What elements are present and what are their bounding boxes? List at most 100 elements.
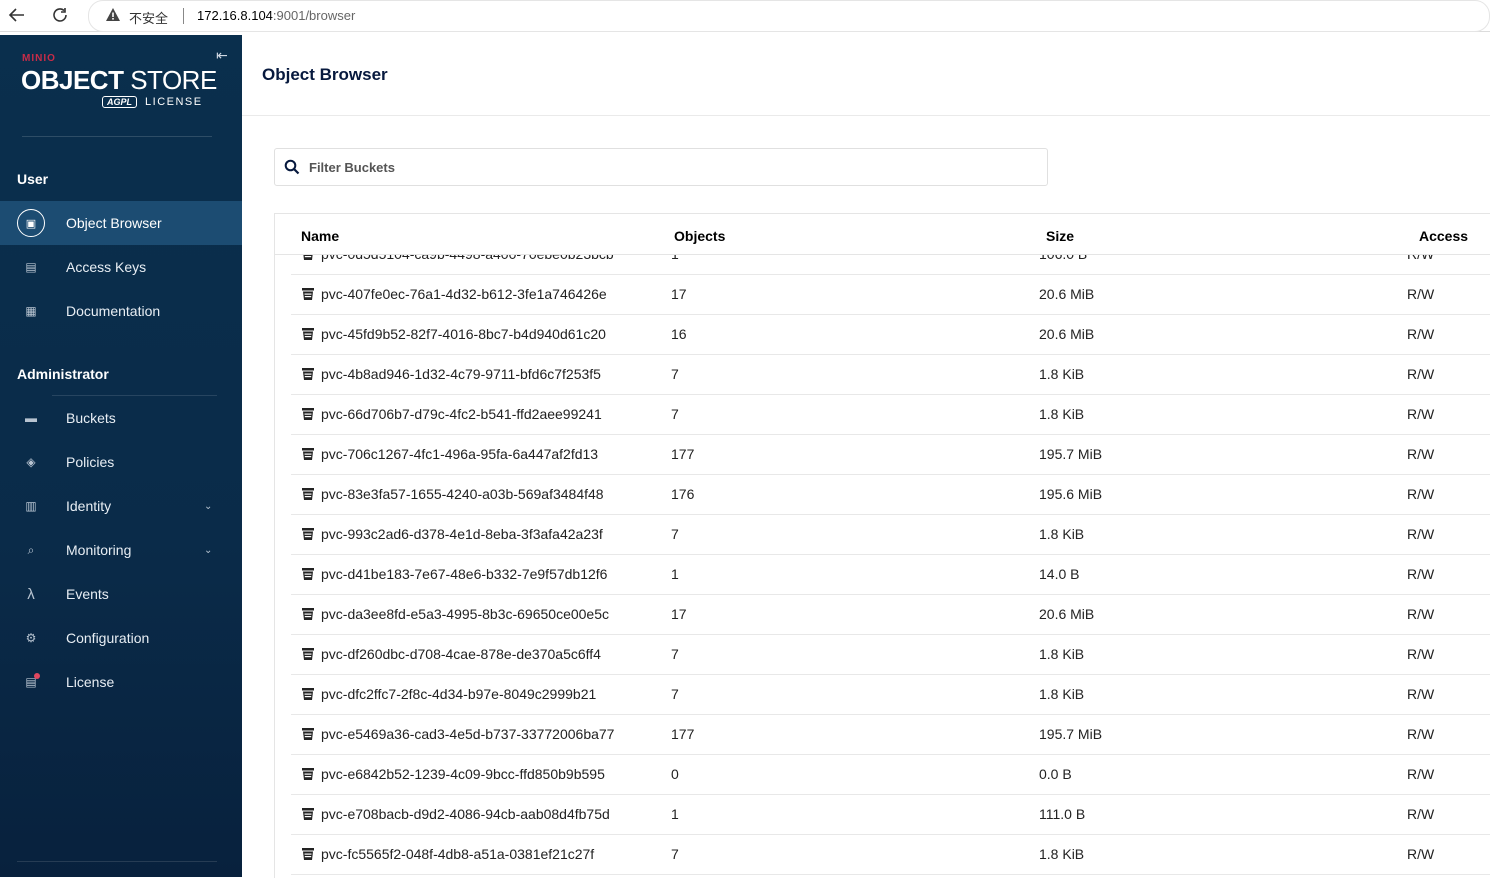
bucket-access: R/W <box>1407 726 1435 742</box>
bucket-size: 0.0 B <box>1039 766 1072 782</box>
bucket-size: 195.7 MiB <box>1039 446 1103 462</box>
sidebar-item-events[interactable]: λ Events <box>0 572 242 616</box>
bucket-objects: 176 <box>671 486 695 502</box>
column-header-size[interactable]: Size <box>1046 228 1074 244</box>
bucket-name: pvc-993c2ad6-d378-4e1d-8eba-3f3afa42a23f <box>321 526 603 542</box>
bucket-objects: 177 <box>671 446 695 462</box>
bucket-name: pvc-66d706b7-d79c-4fc2-b541-ffd2aee99241 <box>321 406 602 422</box>
chevron-down-icon[interactable]: ⌄ <box>204 501 212 512</box>
bucket-icon <box>301 687 315 701</box>
bucket-icon <box>301 527 315 541</box>
column-header-access[interactable]: Access <box>1419 228 1468 244</box>
table-row[interactable]: pvc-66d706b7-d79c-4fc2-b541-ffd2aee99241… <box>291 394 1490 435</box>
bucket-name: pvc-83e3fa57-1655-4240-a03b-569af3484f48 <box>321 486 604 502</box>
table-row[interactable]: pvc-fc5565f2-048f-4db8-a51a-0381ef21c27f… <box>291 834 1490 875</box>
bucket-objects: 7 <box>671 686 679 702</box>
browser-toolbar: 不安全 172.16.8.104:9001/browser <box>0 0 1490 32</box>
bucket-name: pvc-4b8ad946-1d32-4c79-9711-bfd6c7f253f5 <box>321 366 601 382</box>
sidebar-item-license[interactable]: ▤ License <box>0 660 242 704</box>
address-bar[interactable]: 不安全 172.16.8.104:9001/browser <box>88 0 1490 32</box>
bucket-size: 1.8 KiB <box>1039 406 1085 422</box>
sidebar: MINIO OBJECT STORE AGPL LICENSE ⇤ User ▣ … <box>0 35 242 877</box>
insecure-label: 不安全 <box>129 11 169 26</box>
bucket-size: 1.8 KiB <box>1039 366 1085 382</box>
bucket-access: R/W <box>1407 366 1435 382</box>
filter-buckets-input[interactable] <box>309 157 1029 177</box>
bucket-size: 14.0 B <box>1039 566 1080 582</box>
sidebar-item-monitoring[interactable]: ⌕ Monitoring ⌄ <box>0 528 242 572</box>
bucket-icon <box>301 287 315 301</box>
collapse-sidebar-icon[interactable]: ⇤ <box>216 47 228 64</box>
table-row[interactable]: pvc-993c2ad6-d378-4e1d-8eba-3f3afa42a23f… <box>291 514 1490 555</box>
table-row[interactable]: pvc-4b8ad946-1d32-4c79-9711-bfd6c7f253f5… <box>291 354 1490 395</box>
bucket-objects: 177 <box>671 726 695 742</box>
sidebar-item-object-browser[interactable]: ▣ Object Browser <box>0 201 242 245</box>
bucket-name: pvc-d41be183-7e67-48e6-b332-7e9f57db12f6 <box>321 566 608 582</box>
table-row[interactable]: pvc-45fd9b52-82f7-4016-8bc7-b4d940d61c20… <box>291 314 1490 355</box>
sidebar-item-label: Events <box>66 586 109 602</box>
bucket-icon <box>301 567 315 581</box>
bucket-size: 195.7 MiB <box>1039 726 1103 742</box>
shield-icon: ◈ <box>26 455 36 469</box>
bucket-icon <box>301 327 315 341</box>
chevron-down-icon[interactable]: ⌄ <box>204 545 212 556</box>
bucket-icon <box>301 647 315 661</box>
bucket-access: R/W <box>1407 446 1435 462</box>
table-row[interactable]: pvc-83e3fa57-1655-4240-a03b-569af3484f48… <box>291 474 1490 515</box>
url-text: 172.16.8.104:9001/browser <box>197 8 355 23</box>
bucket-name: pvc-df260dbc-d708-4cae-878e-de370a5c6ff4 <box>321 646 601 662</box>
table-row[interactable]: pvc-407fe0ec-76a1-4d32-b612-3fe1a746426e… <box>291 274 1490 315</box>
table-row[interactable]: pvc-df260dbc-d708-4cae-878e-de370a5c6ff4… <box>291 634 1490 675</box>
bucket-icon <box>301 767 315 781</box>
table-row[interactable]: pvc-d41be183-7e67-48e6-b332-7e9f57db12f6… <box>291 554 1490 595</box>
bucket-size: 1.8 KiB <box>1039 686 1085 702</box>
warning-icon <box>106 8 120 21</box>
bucket-icon <box>301 447 315 461</box>
bucket-access: R/W <box>1407 806 1435 822</box>
bucket-objects: 17 <box>671 606 687 622</box>
sidebar-item-buckets[interactable]: ▬ Buckets <box>0 396 242 440</box>
bucket-access: R/W <box>1407 526 1435 542</box>
bucket-name: pvc-da3ee8fd-e5a3-4995-8b3c-69650ce00e5c <box>321 606 609 622</box>
sidebar-item-label: License <box>66 674 115 690</box>
page-title: Object Browser <box>262 65 388 84</box>
sidebar-item-access-keys[interactable]: ▤ Access Keys <box>0 245 242 289</box>
table-row[interactable]: pvc-e6842b52-1239-4c09-9bcc-ffd850b9b595… <box>291 754 1490 795</box>
bucket-name: pvc-407fe0ec-76a1-4d32-b612-3fe1a746426e <box>321 286 607 302</box>
url-host: 172.16.8.104 <box>197 8 273 23</box>
back-arrow-icon[interactable] <box>6 4 28 26</box>
logo-license: LICENSE <box>145 96 203 108</box>
table-row[interactable]: pvc-e708bacb-d9d2-4086-94cb-aab08d4fb75d… <box>291 794 1490 835</box>
sidebar-item-documentation[interactable]: ▦ Documentation <box>0 289 242 333</box>
bucket-name: pvc-706c1267-4fc1-496a-95fa-6a447af2fd13 <box>321 446 599 462</box>
bucket-icon <box>301 607 315 621</box>
bucket-access: R/W <box>1407 566 1435 582</box>
sidebar-item-label: Buckets <box>66 410 116 426</box>
column-header-objects[interactable]: Objects <box>674 228 725 244</box>
sidebar-item-configuration[interactable]: ⚙ Configuration <box>0 616 242 660</box>
table-row[interactable]: pvc-e5469a36-cad3-4e5d-b737-33772006ba77… <box>291 714 1490 755</box>
bucket-size: 20.6 MiB <box>1039 286 1095 302</box>
section-administrator: Administrator <box>17 366 109 382</box>
table-row[interactable]: pvc-dfc2ffc7-2f8c-4d34-b97e-8049c2999b21… <box>291 674 1490 715</box>
bucket-access: R/W <box>1407 686 1435 702</box>
object-store-logo: OBJECT STORE <box>21 65 217 96</box>
sidebar-bottom-divider <box>17 861 217 862</box>
sidebar-item-identity[interactable]: ▥ Identity ⌄ <box>0 484 242 528</box>
sidebar-item-policies[interactable]: ◈ Policies <box>0 440 242 484</box>
bucket-name: pvc-e6842b52-1239-4c09-9bcc-ffd850b9b595 <box>321 766 605 782</box>
table-row[interactable]: pvc-da3ee8fd-e5a3-4995-8b3c-69650ce00e5c… <box>291 594 1490 635</box>
table-row[interactable]: pvc-706c1267-4fc1-496a-95fa-6a447af2fd13… <box>291 434 1490 475</box>
column-header-name[interactable]: Name <box>301 228 339 244</box>
page-header: Object Browser <box>242 35 1490 116</box>
reload-icon[interactable] <box>49 4 71 26</box>
bucket-objects: 1 <box>671 806 679 822</box>
search-icon <box>284 159 300 175</box>
bucket-objects: 7 <box>671 366 679 382</box>
bucket-objects: 16 <box>671 326 687 342</box>
bucket-icon <box>301 367 315 381</box>
bucket-size: 1.8 KiB <box>1039 526 1085 542</box>
documentation-icon: ▦ <box>25 304 37 318</box>
identity-icon: ▥ <box>25 499 37 513</box>
bucket-objects: 7 <box>671 526 679 542</box>
